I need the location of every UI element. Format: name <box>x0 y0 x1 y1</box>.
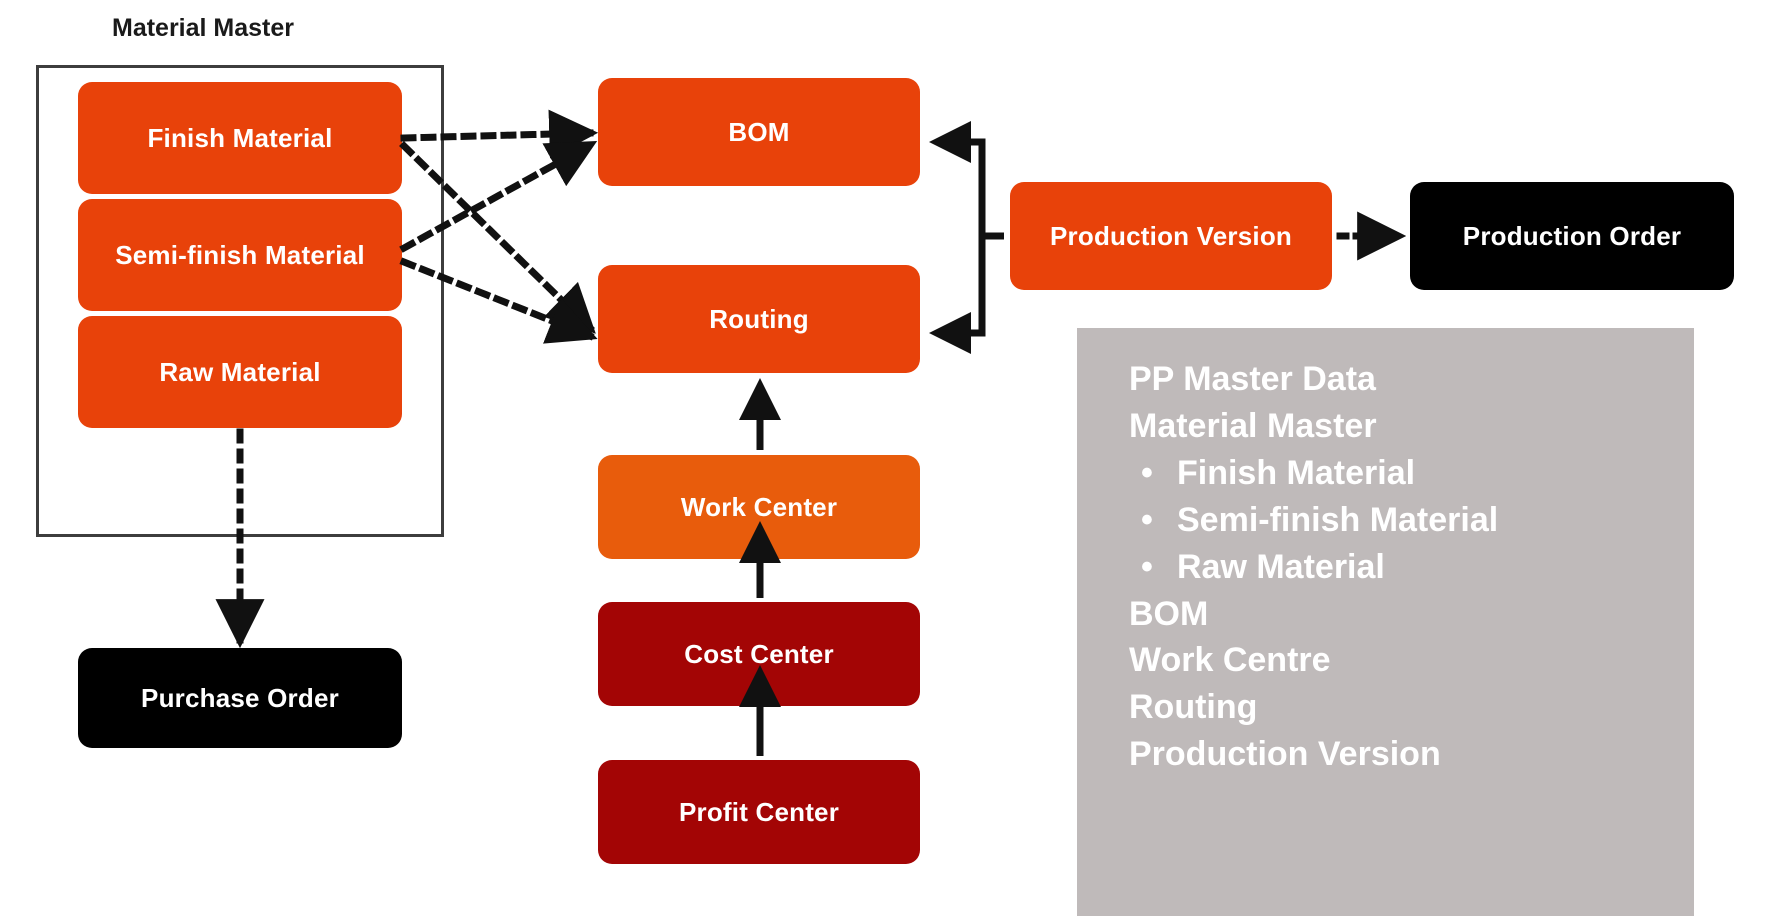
legend-item: PP Master Data <box>1129 360 1376 398</box>
legend-item: Routing <box>1129 688 1258 727</box>
material-master-group-title: Material Master <box>112 14 295 42</box>
node-work-center[interactable]: Work Center <box>598 455 920 559</box>
legend-item: Production Version <box>1129 735 1441 774</box>
diagram-canvas: Material Master Finish Material Semi-fin… <box>0 0 1769 916</box>
node-bom[interactable]: BOM <box>598 78 920 186</box>
node-purchase-order[interactable]: Purchase Order <box>78 648 402 748</box>
node-production-version[interactable]: Production Version <box>1010 182 1332 290</box>
node-raw-material[interactable]: Raw Material <box>78 316 402 428</box>
node-finish-material[interactable]: Finish Material <box>78 82 402 194</box>
node-production-order[interactable]: Production Order <box>1410 182 1734 290</box>
legend-bullet-item: Raw Material <box>1129 544 1694 591</box>
legend-item: Material Master <box>1129 406 1377 445</box>
legend-bullet-item: Semi-finish Material <box>1129 497 1694 544</box>
legend-item: BOM <box>1129 594 1209 633</box>
legend-item: Work Centre <box>1129 641 1331 680</box>
pp-master-data-legend-panel: PP Master Data Material Master Finish Mate… <box>1077 328 1694 916</box>
legend-bullet-item: Finish Material <box>1129 450 1694 497</box>
node-cost-center[interactable]: Cost Center <box>598 602 920 706</box>
arrow-production-version-to-routing <box>929 232 1000 354</box>
node-profit-center[interactable]: Profit Center <box>598 760 920 864</box>
arrow-production-version-to-bom <box>929 121 1000 240</box>
node-semi-finish-material[interactable]: Semi-finish Material <box>78 199 402 311</box>
node-routing[interactable]: Routing <box>598 265 920 373</box>
